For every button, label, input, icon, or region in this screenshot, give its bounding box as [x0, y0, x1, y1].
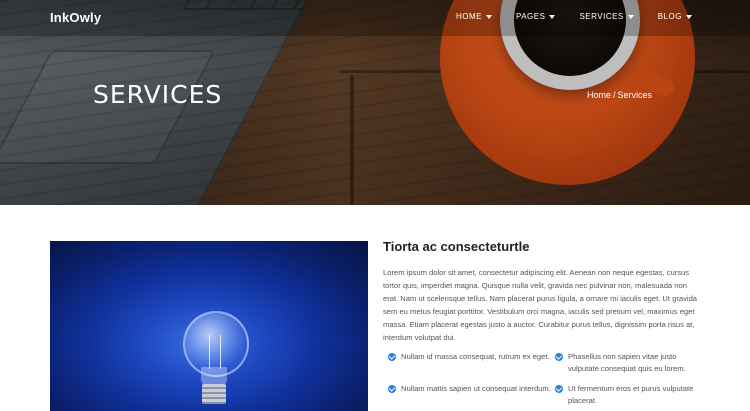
menu-item-label: BLOG [657, 12, 682, 21]
feature-text: Ut fermentum eros et purus vulputate pla… [568, 384, 694, 405]
check-circle-icon [555, 353, 563, 361]
menu-item-services[interactable]: SERVICES [579, 12, 634, 21]
list-item: Nullam mattis sapien ut consequat interd… [388, 383, 555, 407]
chevron-down-icon [627, 14, 634, 19]
breadcrumb-home-link[interactable]: Home [587, 90, 611, 100]
list-item: Phasellus non sapien vitae justo vulputa… [555, 351, 705, 375]
breadcrumb-current: Services [617, 90, 653, 100]
main-content: Tiorta ac consecteturtle Lorem ipsum dol… [0, 205, 750, 411]
chevron-down-icon [485, 14, 492, 19]
menu-item-pages[interactable]: PAGES [515, 12, 556, 21]
breadcrumb: Home / Services [587, 90, 652, 100]
top-navbar: InkOwly HOME PAGES SERVICES BLOG [0, 0, 750, 36]
check-circle-icon [388, 353, 396, 361]
chevron-down-icon [549, 14, 556, 19]
section-paragraph: Lorem ipsum dolor sit amet, consectetur … [383, 268, 698, 342]
section-heading: Tiorta ac consecteturtle [383, 239, 530, 254]
services-text-column: Tiorta ac consecteturtle Lorem ipsum dol… [383, 239, 703, 344]
feature-text: Nullam mattis sapien ut consequat interd… [401, 384, 551, 393]
hero-banner: InkOwly HOME PAGES SERVICES BLOG SERVICE… [0, 0, 750, 205]
menu-item-blog[interactable]: BLOG [658, 12, 692, 21]
main-menu: HOME PAGES SERVICES BLOG [432, 12, 692, 21]
list-item: Nullam id massa consequat, rutrum ex ege… [388, 351, 555, 375]
menu-item-label: HOME [455, 12, 482, 21]
feature-list: Nullam id massa consequat, rutrum ex ege… [388, 351, 708, 407]
page-title: SERVICES [93, 80, 223, 109]
menu-item-label: SERVICES [579, 12, 624, 21]
check-circle-icon [555, 385, 563, 393]
menu-item-home[interactable]: HOME [456, 12, 492, 21]
feature-text: Phasellus non sapien vitae justo vulputa… [568, 352, 686, 373]
brand-logo[interactable]: InkOwly [50, 10, 101, 25]
check-circle-icon [388, 385, 396, 393]
chevron-down-icon [686, 14, 692, 19]
list-item: Ut fermentum eros et purus vulputate pla… [555, 383, 705, 407]
lightbulb-image [50, 241, 368, 411]
feature-text: Nullam id massa consequat, rutrum ex ege… [401, 352, 550, 361]
menu-item-label: PAGES [515, 12, 546, 21]
breadcrumb-separator: / [613, 90, 616, 100]
